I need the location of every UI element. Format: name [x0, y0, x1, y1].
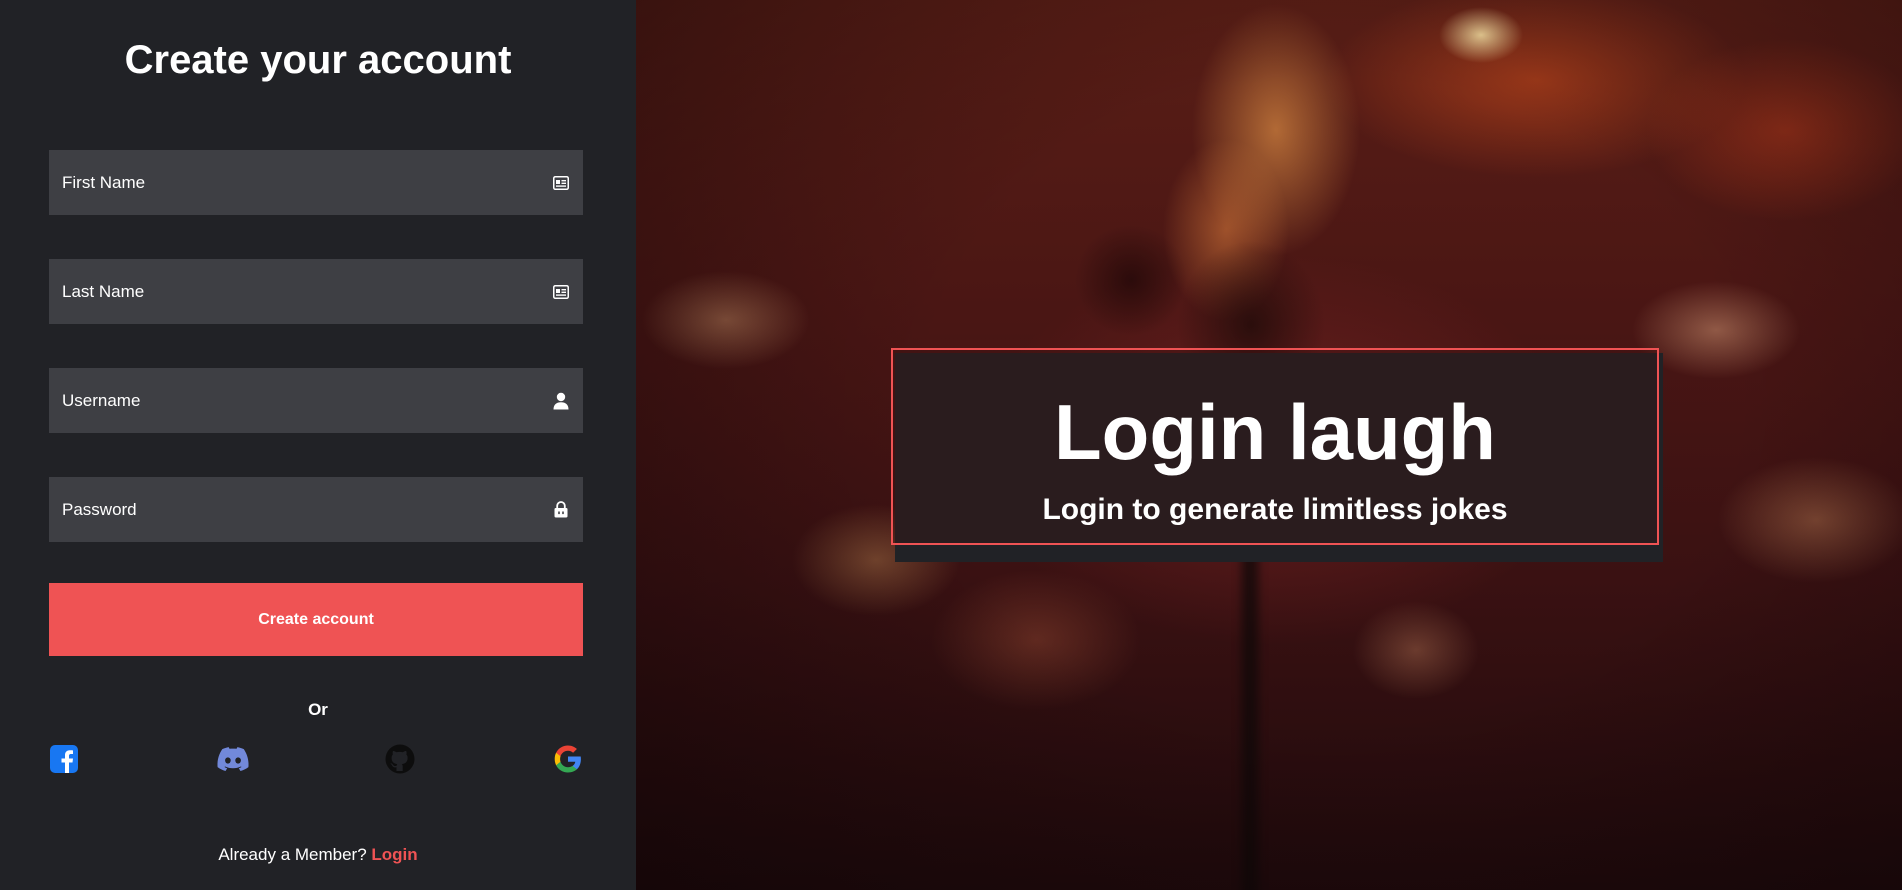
github-icon[interactable]: [385, 744, 415, 774]
signup-page: Create your account First Name Last Name…: [0, 0, 1902, 890]
id-card-icon: [552, 283, 570, 301]
facebook-icon[interactable]: [49, 744, 79, 774]
lock-icon: [552, 501, 570, 519]
login-link[interactable]: Login: [371, 845, 417, 864]
password-input[interactable]: [49, 477, 583, 542]
hero-card: Login laugh Login to generate limitless …: [891, 348, 1659, 545]
first-name-field: [49, 150, 583, 215]
first-name-input[interactable]: [49, 150, 583, 215]
user-icon: [552, 392, 570, 410]
page-title: Create your account: [124, 38, 512, 82]
member-prompt: Already a Member?: [218, 845, 367, 864]
last-name-input[interactable]: [49, 259, 583, 324]
last-name-field: [49, 259, 583, 324]
or-divider: Or: [308, 700, 328, 719]
signup-panel: Create your account First Name Last Name…: [0, 0, 636, 890]
username-input[interactable]: [49, 368, 583, 433]
hero-title: Login laugh: [1054, 388, 1496, 476]
create-account-button[interactable]: Create account: [49, 583, 583, 656]
hero-panel: Login laugh Login to generate limitless …: [636, 0, 1902, 890]
id-card-icon: [552, 174, 570, 192]
google-icon[interactable]: [553, 744, 583, 774]
already-member: Already a Member? Login: [0, 845, 636, 865]
hero-subtitle: Login to generate limitless jokes: [1042, 493, 1508, 526]
password-field: [49, 477, 583, 542]
username-field: [49, 368, 583, 433]
discord-icon[interactable]: [216, 744, 250, 774]
